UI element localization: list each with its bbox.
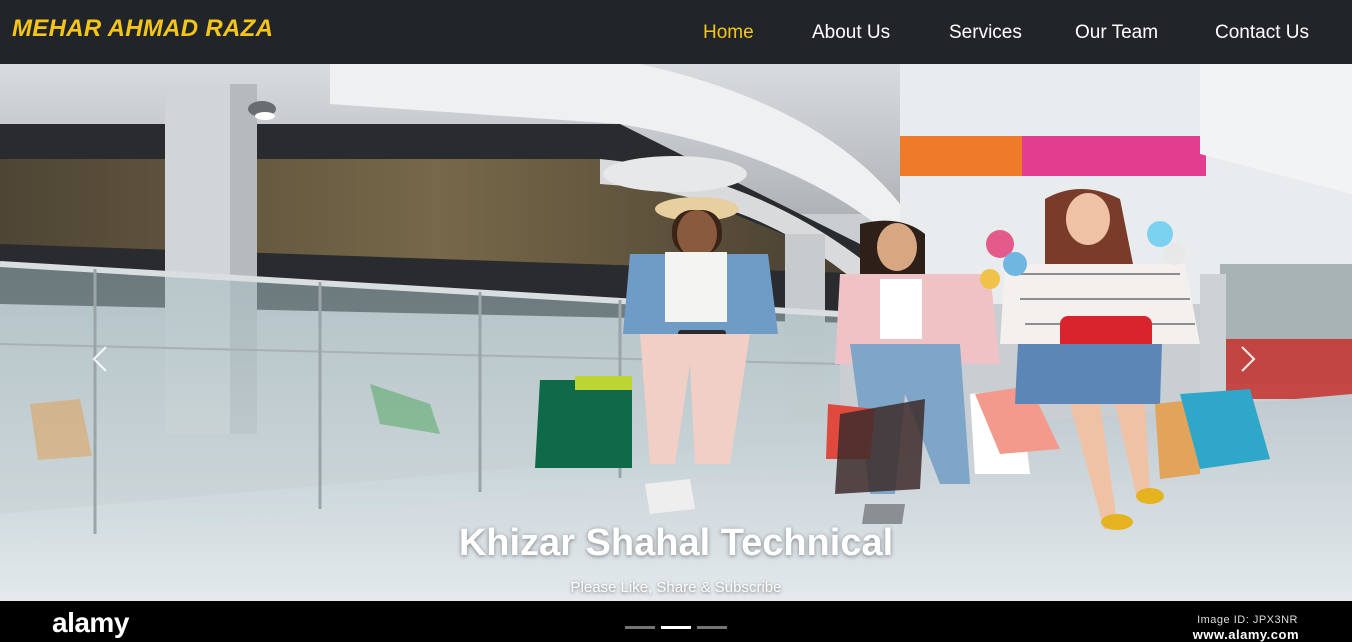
nav-contact-us[interactable]: Contact Us (1215, 22, 1309, 44)
nav-our-team[interactable]: Our Team (1075, 22, 1158, 44)
chevron-left-icon (92, 346, 107, 372)
carousel-slide-image (0, 64, 1352, 601)
nav-home[interactable]: Home (703, 22, 754, 44)
carousel-indicator-3[interactable] (697, 626, 727, 629)
carousel-next-button[interactable] (1228, 319, 1268, 399)
nav-services[interactable]: Services (949, 22, 1022, 44)
hero-carousel: Khizar Shahal Technical Please Like, Sha… (0, 64, 1352, 601)
carousel-caption-subtitle: Please Like, Share & Subscribe (570, 579, 782, 596)
watermark-site-text: www.alamy.com (1192, 627, 1299, 642)
carousel-indicator-2[interactable] (661, 626, 691, 629)
nav-about-us[interactable]: About Us (812, 22, 890, 44)
image-id-text: Image ID: JPX3NR (1197, 614, 1298, 626)
chevron-right-icon (1241, 346, 1256, 372)
brand-logo[interactable]: MEHAR AHMAD RAZA (12, 15, 273, 43)
alamy-logo: alamy (52, 607, 129, 638)
carousel-indicator-1[interactable] (625, 626, 655, 629)
carousel-caption-title: Khizar Shahal Technical (458, 522, 894, 564)
watermark-strip: alamy Image ID: JPX3NR www.alamy.com (0, 601, 1352, 642)
carousel-prev-button[interactable] (80, 319, 120, 399)
navbar: MEHAR AHMAD RAZA Home About Us Services … (0, 0, 1352, 64)
